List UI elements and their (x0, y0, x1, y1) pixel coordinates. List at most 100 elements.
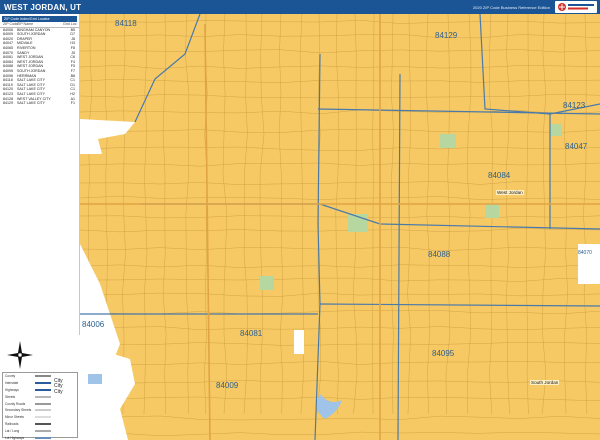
col-name: ZIP Name (17, 22, 34, 26)
legend-label: Secondary Streets (5, 408, 32, 413)
street-line (407, 14, 412, 415)
street-line (259, 14, 265, 415)
street-line (80, 310, 600, 315)
legend-label: Lat / Long (5, 428, 20, 433)
water-body (88, 374, 102, 384)
legend-swatch (35, 402, 51, 405)
zip-label-84009: 84009 (216, 381, 239, 390)
zip-boundary (317, 108, 600, 115)
zip-label-84129: 84129 (435, 31, 458, 40)
street-line (426, 14, 430, 415)
street-line (80, 146, 600, 151)
highway (204, 23, 211, 440)
street-line (80, 342, 600, 346)
col-zip: ZIP Code (3, 22, 19, 26)
zip-label-84084: 84084 (488, 171, 511, 180)
street-line (583, 14, 588, 415)
street-line (80, 246, 600, 252)
legend-swatch (35, 429, 51, 432)
street-line (222, 14, 228, 415)
legend-item: Minor Streets (3, 414, 77, 421)
map-graphics[interactable] (80, 14, 600, 440)
legend-label: Railroads (5, 421, 19, 426)
legend-label: County (5, 374, 16, 379)
park-area (440, 134, 456, 148)
index-cell-grid: F1 (70, 101, 75, 106)
street-line (80, 93, 600, 99)
legend-swatch (35, 388, 51, 391)
outside-area-sw (80, 344, 135, 440)
legend-item: Secondary Streets (3, 407, 77, 414)
street-line (80, 227, 600, 233)
zip-boundary (319, 303, 600, 307)
index-cell-name: SALT LAKE CITY (17, 101, 46, 106)
legend-item: County Roads (3, 400, 77, 407)
street-line (162, 14, 167, 415)
legend-label: Interstate (5, 381, 19, 386)
zip-label-84123: 84123 (563, 101, 586, 110)
street-line (80, 415, 600, 421)
zip-boundary (140, 203, 600, 230)
street-line (80, 264, 600, 268)
zip-label-84006: 84006 (82, 320, 105, 329)
street-line (80, 128, 600, 133)
legend-city-sample: City City City (54, 378, 74, 397)
street-line (335, 14, 340, 415)
legend-item: Railroads (3, 421, 77, 428)
street-line (80, 292, 600, 297)
street-line (505, 14, 510, 415)
street-line (243, 14, 248, 415)
legend-label: Streets (5, 394, 16, 399)
map-canvas[interactable]: 84118 84129 84123 84047 84084 84088 8407… (80, 14, 600, 440)
street-line (391, 14, 394, 415)
zip-label-84088: 84088 (428, 250, 451, 259)
legend-swatch (35, 436, 51, 439)
street-line (185, 14, 190, 415)
legend-label: Lot Highways (5, 435, 25, 440)
legend-swatch (35, 422, 51, 425)
street-line (278, 14, 284, 415)
legend-item: Lot Highways (3, 434, 77, 440)
map-legend: County Interstate Highways Streets County Ro… (2, 372, 78, 440)
legend-item: Lat / Long (3, 427, 77, 434)
zip-label-84118: 84118 (115, 19, 137, 28)
park-area (260, 276, 274, 290)
edition-label: 2020 ZIP Code Business Reference Edition (472, 4, 550, 10)
zip-label-84095: 84095 (432, 349, 455, 358)
street-line (80, 78, 600, 84)
street-line (526, 14, 530, 415)
park-area (550, 124, 562, 136)
legend-swatch (35, 416, 51, 419)
street-line (564, 14, 568, 415)
zip-boundary (479, 14, 600, 115)
place-label-west-jordan: West Jordan (496, 190, 524, 195)
street-line (80, 379, 600, 384)
street-line (80, 181, 600, 185)
col-grid: Grid Loc (63, 22, 77, 26)
street-line (372, 14, 375, 415)
zip-index-panel: ZIP Code Index/Grid Locator ZIP Code ZIP… (0, 14, 80, 335)
legend-label: County Roads (5, 401, 26, 406)
legend-label: Minor Streets (5, 415, 24, 420)
legend-swatch (35, 409, 51, 412)
street-line (466, 14, 472, 415)
index-rows: 84006 BINGHAM CANYON B5 84009 SOUTH JORDAN D7… (0, 28, 79, 106)
street-line (80, 431, 600, 437)
street-line (80, 360, 600, 365)
outside-area-mid (294, 330, 304, 354)
zip-label-84081: 84081 (240, 329, 263, 338)
street-line (80, 195, 600, 200)
street-line (80, 162, 600, 167)
zip-label-84047: 84047 (565, 142, 588, 151)
legend-sample-3: City (54, 388, 63, 395)
street-line (80, 277, 600, 282)
zip-boundary (314, 53, 321, 440)
street-line (80, 215, 600, 219)
place-label-south-jordan: South Jordan (530, 380, 560, 385)
legend-label: Highways (5, 387, 19, 392)
park-area (485, 204, 499, 218)
legend-swatch (35, 382, 51, 385)
street-line (80, 396, 600, 401)
street-line (542, 14, 547, 415)
index-row: 84129 SALT LAKE CITY F1 (0, 101, 79, 106)
